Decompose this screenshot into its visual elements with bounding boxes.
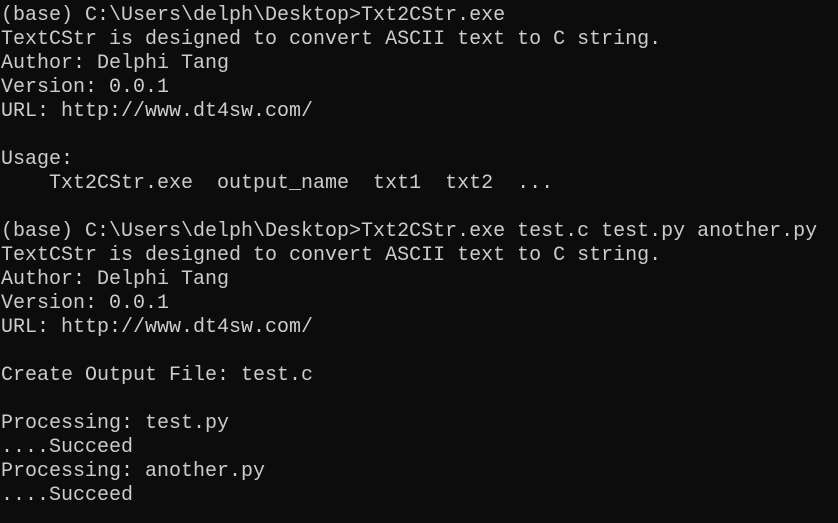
- program-version-line: Version: 0.0.1: [1, 76, 170, 99]
- result-status-line: ....Succeed: [1, 436, 134, 459]
- terminal-window[interactable]: (base) C:\Users\delph\Desktop>Txt2CStr.e…: [0, 0, 838, 523]
- command-prompt-line: (base) C:\Users\delph\Desktop>Txt2CStr.e…: [1, 220, 818, 243]
- processing-status-line: Processing: another.py: [1, 460, 266, 483]
- text-cursor: [1, 508, 13, 523]
- program-url-line: URL: http://www.dt4sw.com/: [1, 316, 314, 339]
- usage-heading-line: Usage:: [1, 148, 74, 171]
- program-description-line: TextCStr is designed to convert ASCII te…: [1, 28, 662, 51]
- program-author-line: Author: Delphi Tang: [1, 52, 230, 75]
- program-version-line: Version: 0.0.1: [1, 292, 170, 315]
- result-status-line: ....Succeed: [1, 484, 134, 507]
- program-author-line: Author: Delphi Tang: [1, 268, 230, 291]
- usage-syntax-line: Txt2CStr.exe output_name txt1 txt2 ...: [1, 172, 554, 195]
- program-url-line: URL: http://www.dt4sw.com/: [1, 100, 314, 123]
- program-description-line: TextCStr is designed to convert ASCII te…: [1, 244, 662, 267]
- processing-status-line: Processing: test.py: [1, 412, 230, 435]
- terminal-output-area[interactable]: (base) C:\Users\delph\Desktop>Txt2CStr.e…: [0, 4, 838, 508]
- command-prompt-line: (base) C:\Users\delph\Desktop>Txt2CStr.e…: [1, 4, 506, 27]
- create-output-file-line: Create Output File: test.c: [1, 364, 314, 387]
